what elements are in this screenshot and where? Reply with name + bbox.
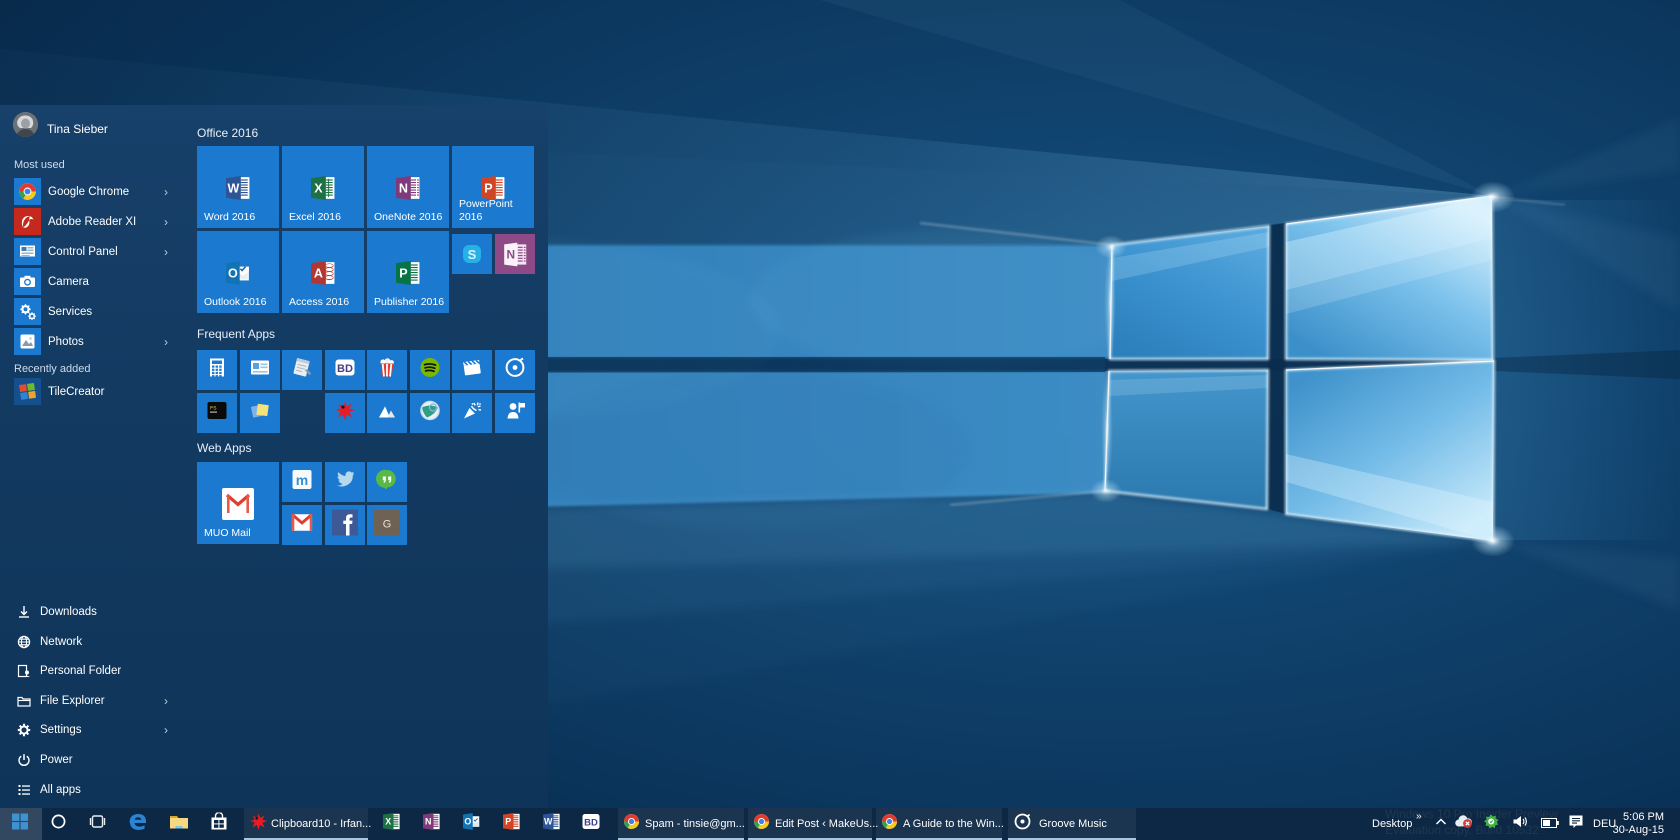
svg-text:O: O xyxy=(228,267,238,281)
svg-text:W: W xyxy=(544,817,553,827)
svg-text:A: A xyxy=(314,267,323,281)
svg-text:P: P xyxy=(484,182,492,196)
svg-text:O: O xyxy=(464,817,471,827)
svg-text:m: m xyxy=(296,472,308,488)
svg-text:P: P xyxy=(399,267,407,281)
svg-text:P: P xyxy=(505,817,511,827)
svg-text:BD: BD xyxy=(584,818,598,829)
svg-text:G: G xyxy=(383,519,392,531)
svg-text:N: N xyxy=(399,182,408,196)
svg-text:BD: BD xyxy=(337,363,353,375)
svg-text:N: N xyxy=(425,817,431,827)
svg-text:X: X xyxy=(385,817,391,827)
svg-text:W: W xyxy=(227,182,239,196)
svg-text:S: S xyxy=(468,247,477,262)
svg-text:N: N xyxy=(506,248,515,262)
svg-text:FS: FS xyxy=(210,405,217,412)
svg-text:X: X xyxy=(314,182,323,196)
